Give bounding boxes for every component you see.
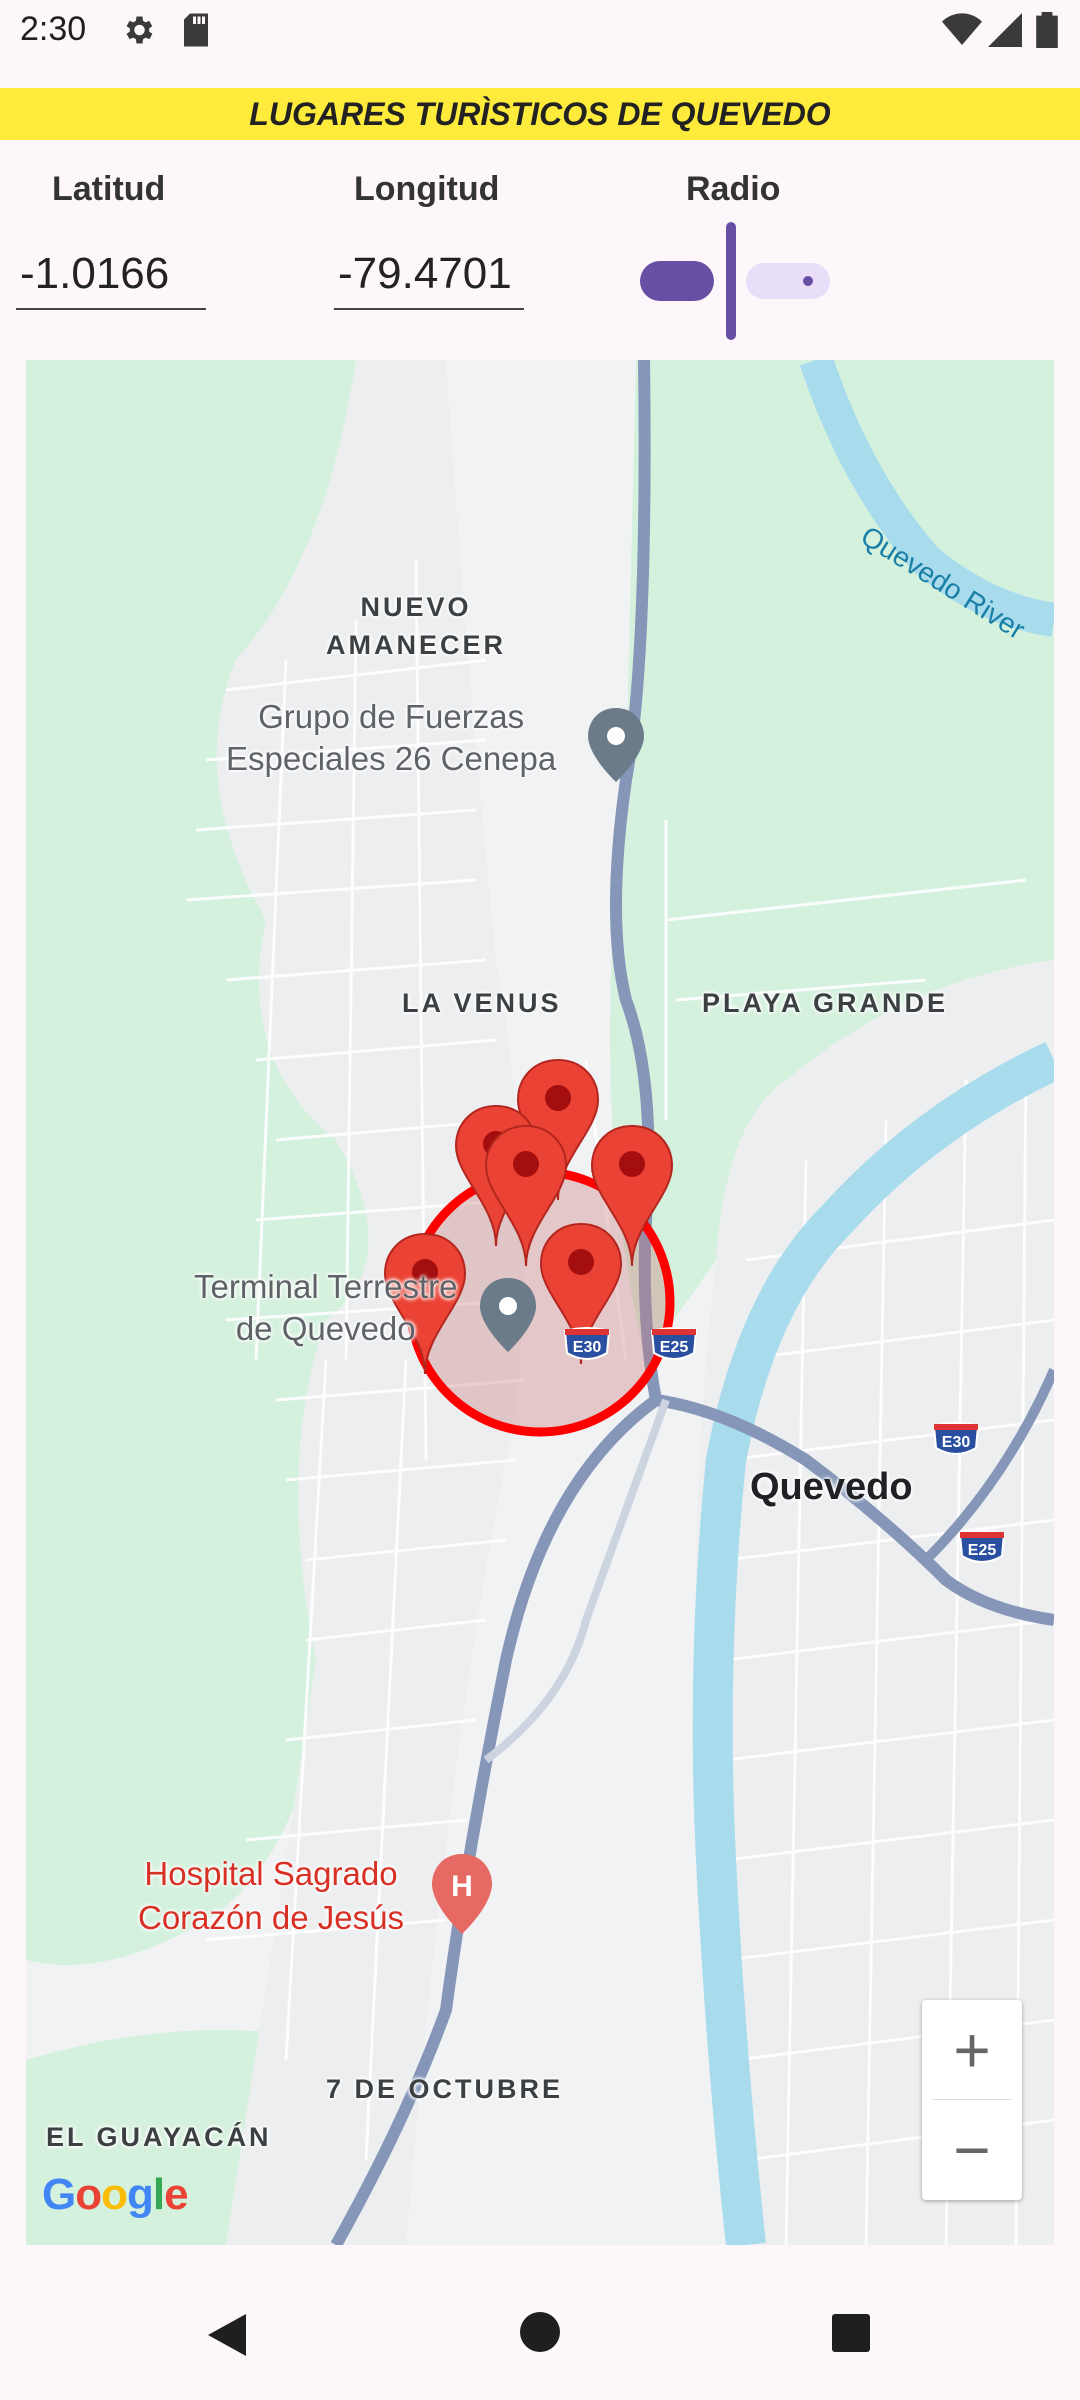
- longitude-label: Longitud: [354, 170, 500, 208]
- area-label: LA VENUS: [402, 988, 562, 1018]
- poi-label-military[interactable]: Grupo de Fuerzas Especiales 26 Cenepa: [226, 696, 556, 780]
- page-title: LUGARES TURÌSTICOS DE QUEVEDO: [0, 88, 1080, 140]
- signal-icon: [988, 13, 1022, 47]
- city-label: Quevedo: [750, 1466, 913, 1508]
- area-label: PLAYA GRANDE: [702, 988, 949, 1018]
- svg-text:E25: E25: [968, 1542, 997, 1559]
- highway-shield: E25: [650, 1327, 698, 1360]
- google-logo: Google: [42, 2170, 189, 2219]
- svg-text:E30: E30: [573, 1339, 602, 1356]
- zoom-in-button[interactable]: +: [922, 2000, 1022, 2099]
- highway-shield: E30: [563, 1327, 611, 1360]
- highway-shield: E30: [932, 1422, 980, 1455]
- marker-layer: [384, 1059, 673, 1375]
- svg-text:E25: E25: [660, 1339, 689, 1356]
- zoom-controls: + −: [922, 2000, 1022, 2200]
- back-icon[interactable]: [204, 2310, 250, 2360]
- area-label: 7 DE OCTUBRE: [326, 2074, 564, 2104]
- latitude-input[interactable]: [16, 240, 206, 310]
- slider-thumb: [726, 222, 736, 340]
- status-time: 2:30: [20, 10, 87, 48]
- wifi-icon: [942, 13, 982, 45]
- home-icon[interactable]: [518, 2310, 562, 2354]
- latitude-label: Latitud: [52, 170, 166, 208]
- map-view[interactable]: H E30 E25 E30 E25 NUEVO AMANECER LA VENU…: [26, 360, 1054, 2245]
- battery-icon: [1036, 12, 1058, 48]
- highway-shield: E25: [958, 1530, 1006, 1563]
- slider-active-track: [640, 261, 714, 301]
- longitude-input[interactable]: [334, 240, 524, 310]
- slider-inactive-track: [746, 263, 830, 299]
- radius-label: Radio: [686, 170, 781, 208]
- sd-card-icon: [184, 13, 208, 47]
- poi-label-terminal[interactable]: Terminal Terrestre de Quevedo: [194, 1266, 457, 1350]
- slider-stop-dot: [803, 276, 813, 286]
- area-label: EL GUAYACÁN: [46, 2122, 272, 2152]
- area-label: NUEVO AMANECER: [326, 592, 507, 660]
- navigation-bar: [0, 2270, 1080, 2400]
- settings-icon: [126, 16, 153, 44]
- status-bar: 2:30: [0, 0, 1080, 88]
- recents-icon[interactable]: [830, 2312, 872, 2354]
- svg-text:E30: E30: [942, 1434, 971, 1451]
- poi-label-hospital[interactable]: Hospital Sagrado Corazón de Jesús: [138, 1852, 404, 1940]
- radius-slider[interactable]: [638, 222, 838, 340]
- zoom-out-button[interactable]: −: [922, 2100, 1022, 2199]
